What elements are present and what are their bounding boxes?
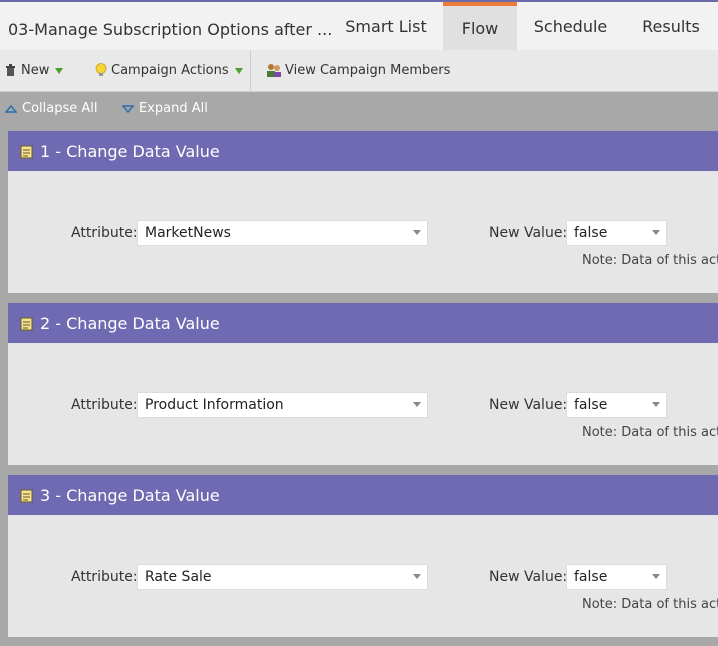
flow-step-header[interactable]: 3 - Change Data Value [8,475,718,515]
campaign-title: 03-Manage Subscription Options after ... [8,20,333,39]
attribute-value: MarketNews [145,225,231,241]
attribute-select[interactable]: MarketNews [137,220,428,246]
trash-can-icon [6,64,15,76]
new-value-select[interactable]: false [566,220,667,246]
new-value-select[interactable]: false [566,392,667,418]
toolbar-divider [250,50,251,91]
new-value-label: New Value: [489,225,568,241]
view-campaign-members-label: View Campaign Members [285,63,451,78]
dropdown-arrow-icon [55,67,64,74]
attribute-select[interactable]: Rate Sale [137,564,428,590]
flow-step-header[interactable]: 1 - Change Data Value [8,131,718,171]
campaign-actions-label: Campaign Actions [111,63,229,78]
new-value-label: New Value: [489,569,568,585]
new-label: New [21,63,50,78]
chevron-down-icon [652,402,660,407]
activity-note: Note: Data of this activ [582,597,718,612]
chevron-down-icon [413,402,421,407]
new-value: false [574,225,608,241]
new-value: false [574,569,608,585]
new-value-label: New Value: [489,397,568,413]
collapse-all-label: Collapse All [22,101,98,116]
flow-step: 1 - Change Data Value Attribute: MarketN… [8,131,718,293]
flow-step-title: 1 - Change Data Value [40,141,220,161]
flow-step-title: 2 - Change Data Value [40,313,220,333]
tab-results[interactable]: Results [624,2,718,50]
toolbar: New Campaign Actions View Campaign Membe… [0,50,718,92]
view-campaign-members-button[interactable]: View Campaign Members [265,50,450,91]
flow-step-title: 3 - Change Data Value [40,485,220,505]
tab-flow[interactable]: Flow [443,2,517,50]
expand-all-label: Expand All [139,101,208,116]
attribute-value: Product Information [145,397,284,413]
attribute-label: Attribute: [71,225,138,241]
chevron-down-icon [413,574,421,579]
flow-step-body: Attribute: MarketNews New Value: false N… [8,171,718,293]
flow-step-body: Attribute: Product Information New Value… [8,343,718,465]
flow-step-header[interactable]: 2 - Change Data Value [8,303,718,343]
expand-all-button[interactable]: Expand All [122,101,208,116]
tab-smart-list[interactable]: Smart List [330,2,442,50]
campaign-actions-button[interactable]: Campaign Actions [95,50,243,91]
triangle-up-icon [5,104,17,113]
flow-step: 3 - Change Data Value Attribute: Rate Sa… [8,475,718,637]
flow-step: 2 - Change Data Value Attribute: Product… [8,303,718,465]
new-menu-button[interactable]: New [5,50,64,91]
new-value: false [574,397,608,413]
tab-schedule[interactable]: Schedule [517,2,624,50]
notepad-icon [20,489,33,503]
tab-bar: 03-Manage Subscription Options after ...… [0,0,718,50]
attribute-label: Attribute: [71,397,138,413]
chevron-down-icon [652,230,660,235]
attribute-select[interactable]: Product Information [137,392,428,418]
activity-note: Note: Data of this activ [582,425,718,440]
activity-note: Note: Data of this activ [582,253,718,268]
flow-step-body: Attribute: Rate Sale New Value: false No… [8,515,718,637]
lightbulb-icon [95,63,107,76]
new-value-select[interactable]: false [566,564,667,590]
collapse-all-button[interactable]: Collapse All [5,101,98,116]
notepad-icon [20,145,33,159]
notepad-icon [20,317,33,331]
attribute-value: Rate Sale [145,569,212,585]
attribute-label: Attribute: [71,569,138,585]
chevron-down-icon [413,230,421,235]
chevron-down-icon [652,574,660,579]
dropdown-arrow-icon [234,67,243,74]
collapse-expand-bar: Collapse All Expand All [0,92,718,130]
triangle-down-icon [122,104,134,113]
people-icon [267,64,281,77]
